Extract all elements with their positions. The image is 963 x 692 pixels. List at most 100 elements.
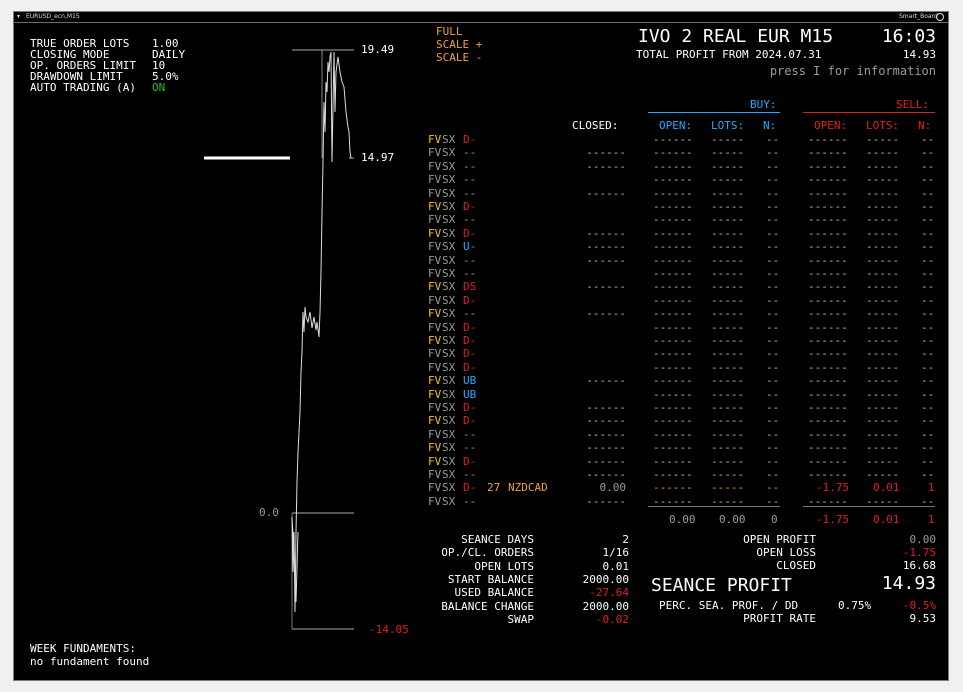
pair-symbol[interactable]: GBPCHF [508, 267, 548, 280]
pair-symbol[interactable]: USDCHF [508, 374, 548, 387]
buy-open-cell: ------ [653, 481, 693, 495]
sx-toggle[interactable]: SX [442, 240, 455, 253]
sx-toggle[interactable]: SX [442, 401, 455, 414]
pair-symbol[interactable]: AUDJPY [508, 347, 548, 360]
pair-symbol[interactable]: EURNZD [508, 173, 548, 186]
pair-symbol[interactable]: EURCHF [508, 160, 548, 173]
fv-toggle[interactable]: FV [428, 240, 441, 253]
pair-symbol[interactable]: AUDNZD [508, 441, 548, 454]
sx-toggle[interactable]: SX [442, 495, 455, 508]
pair-symbol[interactable]: GBPAUD [508, 240, 548, 253]
pair-symbol[interactable]: NZDJPY [508, 334, 548, 347]
pair-symbol[interactable]: AUDUSD [508, 414, 548, 427]
sx-toggle[interactable]: SX [442, 254, 455, 267]
sx-toggle[interactable]: SX [442, 481, 455, 494]
sx-toggle[interactable]: SX [442, 280, 455, 293]
buy-n-cell: -- [766, 401, 780, 414]
pair-symbol[interactable]: GBPUSD [508, 227, 548, 240]
sx-toggle[interactable]: SX [442, 133, 455, 146]
sx-toggle[interactable]: SX [442, 294, 455, 307]
sell-n-cell: -- [921, 213, 935, 227]
sx-toggle[interactable]: SX [442, 227, 455, 240]
fv-toggle[interactable]: FV [428, 414, 441, 427]
pair-symbol[interactable]: NZDCHF [508, 468, 548, 481]
sx-toggle[interactable]: SX [442, 455, 455, 468]
sx-toggle[interactable]: SX [442, 213, 455, 226]
fv-toggle[interactable]: FV [428, 321, 441, 334]
buy-open-cell: ------ [653, 146, 693, 160]
sx-toggle[interactable]: SX [442, 374, 455, 387]
pair-symbol[interactable]: GBPCAD [508, 280, 548, 293]
fv-toggle[interactable]: FV [428, 200, 441, 213]
sx-toggle[interactable]: SX [442, 347, 455, 360]
fv-toggle[interactable]: FV [428, 227, 441, 240]
sx-toggle[interactable]: SX [442, 187, 455, 200]
fv-toggle[interactable]: FV [428, 213, 441, 226]
sx-toggle[interactable]: SX [442, 200, 455, 213]
buy-lots-cell: ----- [711, 186, 745, 200]
stat-label: USED BALANCE [454, 586, 534, 600]
pair-symbol[interactable]: USDJPY [508, 307, 548, 320]
trend-flag: -- [463, 253, 477, 267]
pair-symbol[interactable]: EURCAD [508, 187, 548, 200]
sx-toggle[interactable]: SX [442, 173, 455, 186]
fv-toggle[interactable]: FV [428, 361, 441, 374]
pair-symbol[interactable]: AUDCAD [508, 455, 548, 468]
pair-symbol[interactable]: EURJPY [508, 200, 548, 213]
pair-symbol[interactable]: NZDCAD [508, 481, 548, 494]
fv-toggle[interactable]: FV [428, 254, 441, 267]
fv-toggle[interactable]: FV [428, 481, 441, 494]
sx-toggle[interactable]: SX [442, 160, 455, 173]
fv-toggle[interactable]: FV [428, 146, 441, 159]
pair-symbol[interactable]: AUDCHF [508, 428, 548, 441]
fv-toggle[interactable]: FV [428, 455, 441, 468]
fv-toggle[interactable]: FV [428, 495, 441, 508]
fv-toggle[interactable]: FV [428, 388, 441, 401]
pair-symbol[interactable]: EURAUD [508, 146, 548, 159]
pair-symbol[interactable]: NZDUSD [508, 401, 548, 414]
pair-symbol[interactable]: CADCHF [508, 495, 548, 508]
fv-toggle[interactable]: FV [428, 280, 441, 293]
pair-symbol[interactable]: GBPNZD [508, 254, 548, 267]
sx-toggle[interactable]: SX [442, 267, 455, 280]
fv-toggle[interactable]: FV [428, 401, 441, 414]
sx-toggle[interactable]: SX [442, 321, 455, 334]
sx-toggle[interactable]: SX [442, 468, 455, 481]
sell-open-cell: ------ [808, 427, 848, 441]
sx-toggle[interactable]: SX [442, 334, 455, 347]
sx-toggle[interactable]: SX [442, 361, 455, 374]
fv-toggle[interactable]: FV [428, 133, 441, 146]
pair-symbol[interactable]: USDCAD [508, 388, 548, 401]
sx-toggle[interactable]: SX [442, 414, 455, 427]
sell-open-cell: ------ [808, 133, 848, 146]
fv-toggle[interactable]: FV [428, 428, 441, 441]
fv-toggle[interactable]: FV [428, 374, 441, 387]
fv-toggle[interactable]: FV [428, 187, 441, 200]
pair-symbol[interactable]: EURUSD [508, 133, 548, 146]
fv-toggle[interactable]: FV [428, 347, 441, 360]
sell-open-cell: ------ [808, 387, 848, 401]
pair-symbol[interactable]: CHFJPY [508, 321, 548, 334]
closed-header: CLOSED: [572, 119, 619, 132]
sell-lots-cell: 0.01 [873, 481, 900, 495]
fv-toggle[interactable]: FV [428, 307, 441, 320]
pair-number: 21 [487, 401, 501, 414]
fv-toggle[interactable]: FV [428, 173, 441, 186]
pair-symbol[interactable]: EURGBP [508, 213, 548, 226]
fv-toggle[interactable]: FV [428, 468, 441, 481]
fv-toggle[interactable]: FV [428, 441, 441, 454]
sx-toggle[interactable]: SX [442, 388, 455, 401]
sx-toggle[interactable]: SX [442, 441, 455, 454]
pair-symbol[interactable]: GBPJPY [508, 294, 548, 307]
fv-toggle[interactable]: FV [428, 160, 441, 173]
fv-toggle[interactable]: FV [428, 334, 441, 347]
sx-toggle[interactable]: SX [442, 146, 455, 159]
sell-n-cell: -- [921, 186, 935, 200]
sx-toggle[interactable]: SX [442, 428, 455, 441]
pair-symbol[interactable]: CADJPY [508, 361, 548, 374]
sell-lots-cell: ----- [866, 360, 900, 374]
fv-toggle[interactable]: FV [428, 294, 441, 307]
sx-toggle[interactable]: SX [442, 307, 455, 320]
fv-toggle[interactable]: FV [428, 267, 441, 280]
buy-n-cell: -- [766, 240, 780, 254]
